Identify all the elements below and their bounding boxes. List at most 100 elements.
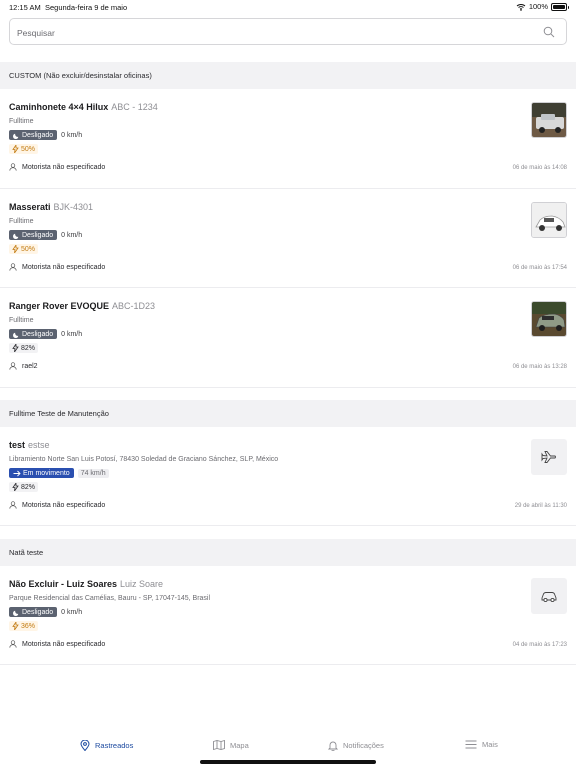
section-title: CUSTOM (Não excluir/desinstalar oficinas… [9, 71, 152, 80]
driver-row: Motorista não especificado [9, 501, 105, 509]
airplane-icon [531, 439, 567, 475]
status-badge: Desligado [9, 329, 58, 339]
tab-label: Notificações [343, 741, 384, 750]
timestamp: 06 de maio às 14:08 [512, 165, 567, 171]
tab-label: Mapa [230, 740, 249, 750]
vehicle-item[interactable]: Não Excluir - Luiz Soares Luiz Soare Parq… [0, 566, 576, 665]
battery-indicator: 50% [9, 244, 39, 254]
status-row: Em movimento 74 km/h [9, 468, 109, 478]
search-input[interactable]: Pesquisar [9, 18, 567, 45]
bolt-icon [12, 344, 19, 352]
pickup-truck-photo [531, 102, 567, 138]
user-icon [9, 362, 17, 370]
vehicle-title: Ranger Rover EVOQUE ABC-1D23 [9, 301, 155, 311]
status-time: 12:15 AM [9, 3, 41, 12]
speed-value: 74 km/h [77, 468, 109, 478]
user-icon [9, 263, 17, 271]
vehicle-plate: ABC-1D23 [112, 301, 156, 311]
moon-icon [13, 332, 19, 338]
tab-rastreados[interactable]: Rastreados [80, 740, 133, 751]
speed-value: 0 km/h [61, 608, 83, 616]
vehicle-plate: ABC - 1234 [111, 102, 158, 112]
wifi-icon [516, 3, 526, 11]
driver-row: Motorista não especificado [9, 263, 105, 271]
vehicle-plate: estse [28, 440, 50, 450]
driver-row: rael2 [9, 362, 38, 370]
menu-icon [465, 740, 477, 749]
location-pin-icon [80, 740, 90, 751]
status-row: Desligado 0 km/h [9, 130, 82, 140]
bolt-icon [12, 483, 19, 491]
timestamp: 04 de maio às 17:23 [512, 642, 567, 648]
arrow-right-icon [13, 470, 21, 476]
vehicle-subtitle: Fulltime [9, 218, 34, 225]
home-indicator [200, 760, 376, 764]
battery-icon [551, 2, 569, 11]
bolt-icon [12, 245, 19, 253]
section-header: CUSTOM (Não excluir/desinstalar oficinas… [0, 62, 576, 89]
user-icon [9, 163, 17, 171]
battery-indicator: 82% [9, 343, 39, 353]
section-title: Natã teste [9, 548, 44, 557]
vehicle-title: Caminhonete 4×4 Hilux ABC - 1234 [9, 102, 158, 112]
tab-notificacoes[interactable]: Notificações [328, 740, 384, 751]
user-icon [9, 640, 17, 648]
status-badge: Desligado [9, 607, 58, 617]
vehicle-address: Libramiento Norte San Luis Potosí, 78430… [9, 456, 279, 463]
vehicle-name: test [9, 440, 26, 450]
battery-percent: 100% [528, 2, 548, 11]
section-title: Fulltime Teste de Manutenção [9, 409, 109, 418]
timestamp: 29 de abril às 11:30 [514, 503, 567, 509]
bolt-icon [12, 622, 19, 630]
vehicle-item[interactable]: Ranger Rover EVOQUE ABC-1D23 Fulltime Des… [0, 288, 576, 388]
status-row: Desligado 0 km/h [9, 329, 82, 339]
vehicle-name: Não Excluir - Luiz Soares [9, 579, 118, 589]
tab-label: Rastreados [95, 741, 134, 750]
battery-indicator: 50% [9, 144, 39, 154]
vehicle-name: Caminhonete 4×4 Hilux [9, 102, 109, 112]
section-header: Natã teste [0, 539, 576, 566]
vehicle-item[interactable]: Caminhonete 4×4 Hilux ABC - 1234 Fulltime… [0, 89, 576, 189]
timestamp: 06 de maio às 13:28 [512, 364, 567, 370]
battery-indicator: 82% [9, 482, 39, 492]
vehicle-title: test estse [9, 440, 50, 450]
vehicle-name: Ranger Rover EVOQUE [9, 301, 110, 311]
status-row: Desligado 0 km/h [9, 230, 82, 240]
bell-icon [328, 741, 338, 751]
map-icon [213, 740, 225, 750]
status-badge: Desligado [9, 230, 58, 240]
speed-value: 0 km/h [61, 231, 83, 239]
moon-icon [13, 610, 19, 616]
search-icon[interactable] [543, 26, 555, 38]
status-badge: Desligado [9, 130, 58, 140]
sedan-photo [531, 202, 567, 238]
vehicle-title: Masserati BJK-4301 [9, 202, 93, 212]
vehicle-name: Masserati [9, 202, 51, 212]
user-icon [9, 501, 17, 509]
timestamp: 06 de maio às 17:54 [512, 265, 567, 271]
car-icon [531, 578, 567, 614]
tab-label: Mais [482, 740, 498, 749]
status-badge: Em movimento [9, 468, 74, 478]
vehicle-plate: Luiz Soare [120, 579, 164, 589]
vehicle-address: Parque Residencial das Camélias, Bauru -… [9, 595, 211, 602]
bolt-icon [12, 145, 19, 153]
vehicle-item[interactable]: test estse Libramiento Norte San Luis Pot… [0, 427, 576, 526]
status-date: Segunda-feira 9 de maio [45, 3, 128, 12]
vehicle-title: Não Excluir - Luiz Soares Luiz Soare [9, 579, 163, 589]
suv-photo [531, 301, 567, 337]
tab-mais[interactable]: Mais [465, 740, 498, 749]
driver-row: Motorista não especificado [9, 163, 105, 171]
battery-indicator: 36% [9, 621, 39, 631]
status-bar: 12:15 AM Segunda-feira 9 de maio 100% [0, 0, 576, 14]
vehicle-plate: BJK-4301 [53, 202, 94, 212]
search-placeholder: Pesquisar [17, 27, 55, 38]
status-right: 100% [516, 2, 569, 11]
section-header: Fulltime Teste de Manutenção [0, 400, 576, 427]
tab-mapa[interactable]: Mapa [213, 740, 249, 750]
vehicle-item[interactable]: Masserati BJK-4301 Fulltime Desligado 0 k… [0, 189, 576, 288]
moon-icon [13, 233, 19, 239]
vehicle-subtitle: Fulltime [9, 317, 34, 324]
driver-row: Motorista não especificado [9, 640, 105, 648]
vehicle-subtitle: Fulltime [9, 118, 34, 125]
